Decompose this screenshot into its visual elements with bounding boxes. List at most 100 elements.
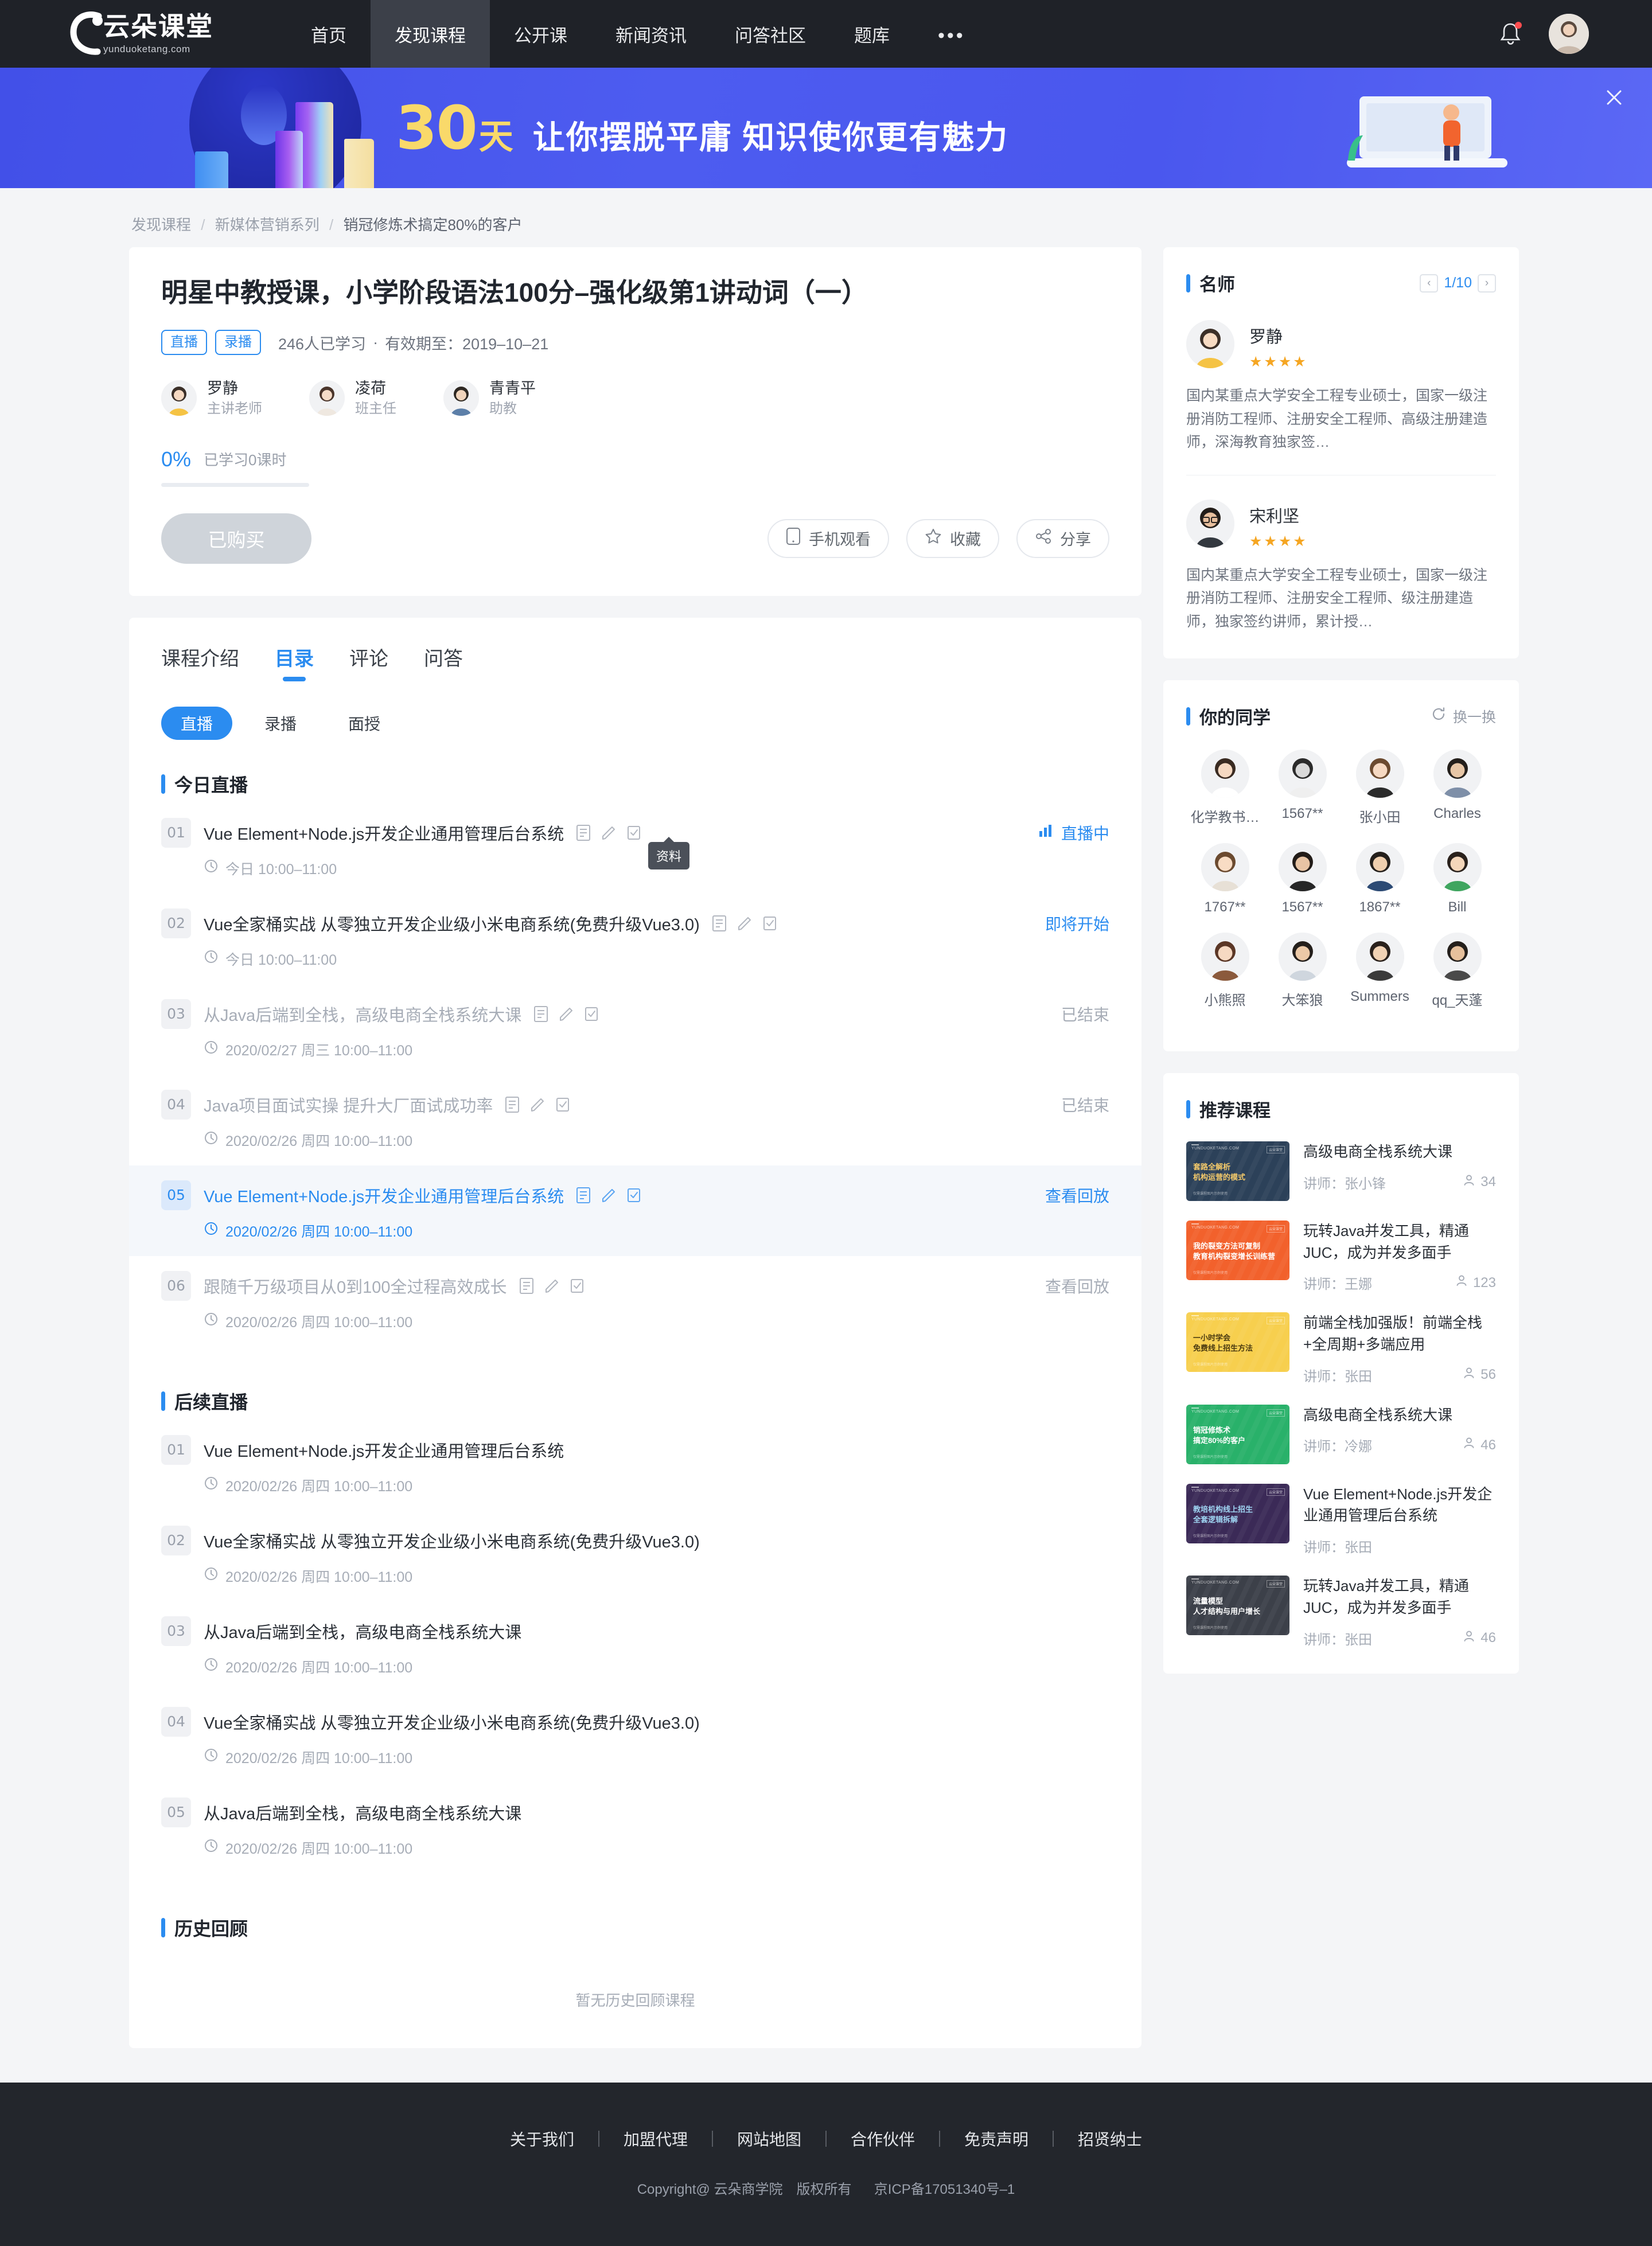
favorite-button[interactable]: 收藏 [906,518,999,558]
filter-chip-offline[interactable]: 面授 [329,707,400,740]
nav-item-question-bank[interactable]: 题库 [830,0,914,68]
lesson-title[interactable]: Vue全家桶实战 从零独立开发企业级小米电商系统(免费升级Vue3.0) [204,1528,700,1553]
classmate-item[interactable]: 大笨狼 [1264,933,1341,1009]
footer-link[interactable]: 招贤纳士 [1054,2127,1166,2150]
nav-item-open-class[interactable]: 公开课 [490,0,591,68]
exam-icon[interactable] [555,1096,571,1113]
lesson-row[interactable]: 05 Vue Element+Node.js开发企业通用管理后台系统 查看回放 … [129,1165,1141,1256]
recommended-course-item[interactable]: YUNDUOKETANG.COM 云朵课堂 销冠修炼术 搞定80%的客户 仅需课… [1186,1404,1496,1464]
lesson-title[interactable]: 从Java后端到全栈，高级电商全栈系统大课 [204,1800,521,1824]
classmate-item[interactable]: 1767** [1186,843,1264,915]
classmate-item[interactable]: Bill [1419,843,1496,915]
recommended-course-title[interactable]: 高级电商全栈系统大课 [1303,1405,1496,1426]
lesson-row[interactable]: 05 从Java后端到全栈，高级电商全栈系统大课 2020/02/26 周四 1… [129,1783,1141,1873]
material-icon[interactable] [519,1277,535,1294]
close-icon[interactable] [1602,85,1627,110]
teacher-item[interactable]: 凌荷 班主任 [309,379,396,418]
classmate-item[interactable]: 小熊照 [1186,933,1264,1009]
famous-teacher-item[interactable]: 宋利坚 ★★★★ [1186,499,1496,550]
famous-teacher-item[interactable]: 罗静 ★★★★ [1186,320,1496,371]
filter-chip-live[interactable]: 直播 [161,706,233,740]
lesson-status-label[interactable]: 已结束 [1061,1003,1109,1025]
nav-item-news[interactable]: 新闻资讯 [591,0,711,68]
footer-link[interactable]: 网站地图 [713,2127,825,2150]
chevron-right-icon[interactable]: › [1478,274,1496,293]
site-logo[interactable]: 云朵课堂 yunduoketang.com [63,9,235,59]
homework-icon[interactable] [544,1277,560,1294]
lesson-row[interactable]: 02 Vue全家桶实战 从零独立开发企业级小米电商系统(免费升级Vue3.0) … [129,894,1141,984]
lesson-status-label[interactable]: 即将开始 [1045,912,1109,935]
lesson-status-label[interactable]: 直播中 [1061,821,1109,844]
refresh-mates-button[interactable]: 换一换 [1431,706,1496,727]
classmate-item[interactable]: 张小田 [1341,750,1419,826]
homework-icon[interactable] [601,1187,617,1204]
tab-catalog[interactable]: 目录 [275,643,314,683]
lesson-row[interactable]: 03 从Java后端到全栈，高级电商全栈系统大课 已结束 2020/02/27 … [129,984,1141,1075]
footer-link[interactable]: 合作伙伴 [827,2127,939,2150]
exam-icon[interactable] [626,824,642,841]
material-icon[interactable] [575,824,591,841]
share-button[interactable]: 分享 [1016,518,1109,558]
lesson-status-label[interactable]: 查看回放 [1045,1274,1109,1297]
lesson-status-label[interactable]: 已结束 [1061,1093,1109,1116]
lesson-title[interactable]: Java项目面试实操 提升大厂面试成功率 [204,1093,493,1117]
material-icon[interactable] [711,915,727,932]
classmate-item[interactable]: 1567** [1264,843,1341,915]
recommended-course-title[interactable]: 高级电商全栈系统大课 [1303,1141,1496,1163]
recommended-course-item[interactable]: YUNDUOKETANG.COM 云朵课堂 一小时学会 免费线上招生方法 仅需课… [1186,1312,1496,1385]
footer-link[interactable]: 关于我们 [486,2127,598,2150]
recommended-course-item[interactable]: YUNDUOKETANG.COM 云朵课堂 套路全解析 机构运营的模式 仅需课程… [1186,1141,1496,1201]
classmate-item[interactable]: 1867** [1341,843,1419,915]
lesson-title[interactable]: Vue Element+Node.js开发企业通用管理后台系统 [204,1183,564,1207]
chevron-left-icon[interactable]: ‹ [1420,274,1439,293]
lesson-row[interactable]: 01 Vue Element+Node.js开发企业通用管理后台系统 2020/… [129,1420,1141,1511]
nav-item-more[interactable]: ••• [914,0,989,68]
recommended-course-title[interactable]: 前端全栈加强版！前端全栈+全周期+多端应用 [1303,1312,1496,1355]
lesson-row[interactable]: 06 跟随千万级项目从0到100全过程高效成长 查看回放 2020/02/26 … [129,1256,1141,1347]
lesson-title[interactable]: 从Java后端到全栈，高级电商全栈系统大课 [204,1619,521,1643]
homework-icon[interactable] [601,824,617,841]
homework-icon[interactable] [558,1005,574,1023]
lesson-title[interactable]: 从Java后端到全栈，高级电商全栈系统大课 [204,1002,521,1026]
footer-link[interactable]: 加盟代理 [599,2127,712,2150]
lesson-title[interactable]: Vue Element+Node.js开发企业通用管理后台系统 [204,821,564,845]
promo-banner[interactable]: 30 天 让你摆脱平庸 知识使你更有魅力 [0,68,1652,188]
tab-comments[interactable]: 评论 [349,643,388,683]
classmate-item[interactable]: 化学教书… [1186,750,1264,826]
recommended-course-title[interactable]: Vue Element+Node.js开发企业通用管理后台系统 [1303,1484,1496,1527]
homework-icon[interactable] [737,915,753,932]
recommended-course-title[interactable]: 玩转Java并发工具，精通JUC，成为并发多面手 [1303,1576,1496,1619]
recommended-course-item[interactable]: YUNDUOKETANG.COM 云朵课堂 流量模型 人才结构与用户增长 仅需课… [1186,1576,1496,1648]
recommended-course-title[interactable]: 玩转Java并发工具，精通JUC，成为并发多面手 [1303,1221,1496,1264]
filter-chip-recorded[interactable]: 录播 [245,707,316,740]
breadcrumb-item-2[interactable]: 新媒体营销系列 [215,216,320,233]
material-icon[interactable] [533,1005,549,1023]
nav-item-qa-community[interactable]: 问答社区 [711,0,830,68]
teacher-item[interactable]: 青青平 助教 [443,379,536,418]
tab-intro[interactable]: 课程介绍 [161,643,239,683]
recommended-course-item[interactable]: YUNDUOKETANG.COM 云朵课堂 我的裂变方法可复制 教育机构裂变增长… [1186,1221,1496,1293]
lesson-title[interactable]: 跟随千万级项目从0到100全过程高效成长 [204,1274,507,1298]
material-icon[interactable] [504,1096,520,1113]
watch-on-phone-button[interactable]: 手机观看 [767,518,889,558]
notification-bell-icon[interactable] [1498,21,1522,47]
classmate-item[interactable]: qq_天蓬 [1419,933,1496,1009]
footer-link[interactable]: 免责声明 [940,2127,1053,2150]
exam-icon[interactable] [762,915,778,932]
lesson-title[interactable]: Vue全家桶实战 从零独立开发企业级小米电商系统(免费升级Vue3.0) [204,911,700,935]
lesson-title[interactable]: Vue全家桶实战 从零独立开发企业级小米电商系统(免费升级Vue3.0) [204,1710,700,1734]
classmate-item[interactable]: Summers [1341,933,1419,1009]
user-avatar[interactable] [1549,14,1589,54]
lesson-row[interactable]: 02 Vue全家桶实战 从零独立开发企业级小米电商系统(免费升级Vue3.0) … [129,1511,1141,1601]
exam-icon[interactable] [569,1277,585,1294]
breadcrumb-item-1[interactable]: 发现课程 [131,216,191,233]
lesson-row[interactable]: 01 Vue Element+Node.js开发企业通用管理后台系统 直播中 今… [129,803,1141,894]
classmate-item[interactable]: Charles [1419,750,1496,826]
teacher-item[interactable]: 罗静 主讲老师 [161,379,262,418]
exam-icon[interactable] [626,1187,642,1204]
nav-item-discover-courses[interactable]: 发现课程 [371,0,490,68]
nav-item-home[interactable]: 首页 [287,0,371,68]
lesson-row[interactable]: 04 Vue全家桶实战 从零独立开发企业级小米电商系统(免费升级Vue3.0) … [129,1692,1141,1783]
material-icon[interactable] [575,1187,591,1204]
lesson-row[interactable]: 04 Java项目面试实操 提升大厂面试成功率 已结束 2020/02/26 周… [129,1075,1141,1165]
